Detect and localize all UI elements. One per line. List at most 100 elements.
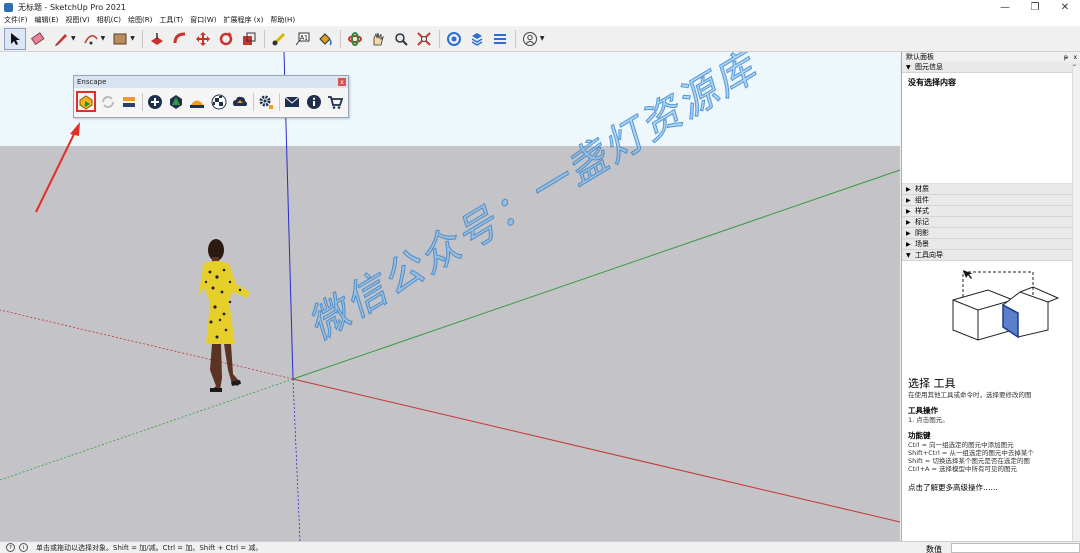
measurements-label: 数值 <box>926 545 942 553</box>
toolbar-separator <box>263 29 265 48</box>
select-icon[interactable] <box>4 27 26 50</box>
tray-components[interactable]: ▶ 组件 x <box>902 195 1080 206</box>
window-title: 无标题 - SketchUp Pro 2021 <box>18 2 126 12</box>
menu-camera[interactable]: 相机(C) <box>97 15 121 25</box>
model-viewport[interactable]: Enscape x 微信公众号：一盏灯资源库 <box>0 52 900 541</box>
enscape-feedback-icon[interactable] <box>282 91 302 112</box>
layout-icon[interactable] <box>489 28 511 50</box>
tray-instructor[interactable]: ▼ 工具向导 x <box>902 250 1080 261</box>
title-bar: 无标题 - SketchUp Pro 2021 — ❐ ✕ <box>0 0 1080 14</box>
rectangle-icon[interactable] <box>109 28 131 50</box>
menu-tools[interactable]: 工具(T) <box>159 15 183 25</box>
tray-label: 工具向导 <box>915 251 943 259</box>
scale-icon[interactable] <box>238 28 260 50</box>
menu-extensions[interactable]: 扩展程序 (x) <box>223 15 263 25</box>
enscape-upload-icon[interactable] <box>230 91 250 112</box>
enscape-toolbar: Enscape x <box>73 75 349 118</box>
enscape-start-icon[interactable] <box>76 91 97 112</box>
account-dropdown-icon[interactable]: ▼ <box>540 35 545 42</box>
measurements-input[interactable] <box>951 543 1080 553</box>
main-toolbar: ▼ ▼ ▼ A1 ▼ <box>0 26 1080 52</box>
tray-label: 样式 <box>915 207 929 215</box>
advanced-operations-link[interactable]: 点击了解更多高级操作…… <box>908 482 1074 493</box>
zoom-icon[interactable] <box>390 28 412 50</box>
menu-view[interactable]: 视图(V) <box>65 15 89 25</box>
red-axis-negative <box>0 309 294 380</box>
menu-draw[interactable]: 绘图(R) <box>128 15 152 25</box>
collapsed-arrow-icon: ▶ <box>906 207 911 215</box>
enscape-settings-icon[interactable] <box>256 91 276 112</box>
tray-tags[interactable]: ▶ 标记 x <box>902 217 1080 228</box>
panel-header: 默认面板 ᵽ x <box>902 52 1080 62</box>
status-text: 单击或拖动以选择对象。Shift = 加/减。Ctrl = 加。Shift + … <box>36 543 263 552</box>
select-tool-illustration <box>952 270 1060 341</box>
enscape-shop-icon[interactable] <box>325 91 345 112</box>
pencil-icon[interactable] <box>50 28 72 50</box>
paint-bucket-icon[interactable] <box>314 28 336 50</box>
tape-measure-icon[interactable] <box>268 28 290 50</box>
extension-warehouse-icon[interactable] <box>466 28 488 50</box>
menu-file[interactable]: 文件(F) <box>4 15 28 25</box>
expanded-arrow-icon: ▼ <box>906 251 911 259</box>
toolbar-separator <box>339 29 341 48</box>
enscape-close-button[interactable]: x <box>338 78 346 86</box>
collapsed-arrow-icon: ▶ <box>906 229 911 237</box>
tray-label: 阴影 <box>915 229 929 237</box>
collapsed-arrow-icon: ▶ <box>906 240 911 248</box>
enscape-add-icon[interactable] <box>145 91 165 112</box>
tray-entity-info[interactable]: ▼ 图元信息 x <box>902 62 1080 73</box>
enscape-asset-library-icon[interactable] <box>166 91 186 112</box>
panel-close-icon[interactable]: x <box>1073 54 1077 61</box>
minimize-button[interactable]: — <box>990 0 1020 14</box>
toolbar-separator <box>514 29 516 48</box>
eraser-icon[interactable] <box>27 28 49 50</box>
arc-icon[interactable] <box>80 28 102 50</box>
pencil-dropdown-icon[interactable]: ▼ <box>71 35 76 42</box>
push-pull-icon[interactable] <box>146 28 168 50</box>
text-icon[interactable]: A1 <box>291 28 313 50</box>
modifier-keys-heading: 功能键 <box>908 431 931 440</box>
collapsed-arrow-icon: ▶ <box>906 196 911 204</box>
follow-me-icon[interactable] <box>169 28 191 50</box>
tray-label: 标记 <box>915 218 929 226</box>
status-bar: ? i 单击或拖动以选择对象。Shift = 加/减。Ctrl = 加。Shif… <box>0 541 1080 553</box>
info-icon[interactable]: i <box>19 543 28 552</box>
rotate-icon[interactable] <box>215 28 237 50</box>
tray-materials[interactable]: ▶ 材质 x <box>902 184 1080 195</box>
maximize-button[interactable]: ❐ <box>1020 0 1050 14</box>
modifier-key-line: Ctrl = 向一组选定的图元中添加图元 <box>908 441 1014 449</box>
tray-label: 场景 <box>915 240 929 248</box>
tool-name: 选择 工具 <box>908 377 956 390</box>
tray-shadows[interactable]: ▶ 阴影 x <box>902 228 1080 239</box>
tool-operation-step: 1. 点击图元。 <box>908 416 949 424</box>
enscape-separator <box>279 92 281 111</box>
panel-scrollbar[interactable] <box>1072 66 1080 541</box>
warehouse-icon[interactable] <box>443 28 465 50</box>
arc-dropdown-icon[interactable]: ▼ <box>101 35 106 42</box>
enscape-toolbar-title[interactable]: Enscape x <box>74 76 348 88</box>
enscape-materials-icon[interactable] <box>209 91 229 112</box>
enscape-sync-icon[interactable] <box>97 91 117 112</box>
enscape-visual-settings-icon[interactable] <box>187 91 207 112</box>
pin-icon[interactable]: ᵽ <box>1064 54 1068 61</box>
shape-dropdown-icon[interactable]: ▼ <box>130 35 135 42</box>
tray-scenes[interactable]: ▶ 场景 x <box>902 239 1080 250</box>
enscape-views-icon[interactable] <box>119 91 139 112</box>
tray-label: 图元信息 <box>915 63 943 71</box>
move-icon[interactable] <box>192 28 214 50</box>
orbit-icon[interactable] <box>344 28 366 50</box>
pan-icon[interactable] <box>367 28 389 50</box>
account-icon[interactable] <box>519 28 541 50</box>
geo-location-icon[interactable]: ? <box>6 543 15 552</box>
red-axis-positive <box>292 378 900 523</box>
tray-styles[interactable]: ▶ 样式 x <box>902 206 1080 217</box>
menu-bar: 文件(F) 编辑(E) 视图(V) 相机(C) 绘图(R) 工具(T) 窗口(W… <box>0 14 1080 26</box>
menu-window[interactable]: 窗口(W) <box>190 15 216 25</box>
zoom-extents-icon[interactable] <box>413 28 435 50</box>
person-figure[interactable] <box>198 239 250 392</box>
entity-info-body: 没有选择内容 <box>902 73 1080 184</box>
close-button[interactable]: ✕ <box>1050 0 1080 14</box>
enscape-info-icon[interactable] <box>304 91 324 112</box>
menu-help[interactable]: 帮助(H) <box>270 15 295 25</box>
menu-edit[interactable]: 编辑(E) <box>35 15 59 25</box>
